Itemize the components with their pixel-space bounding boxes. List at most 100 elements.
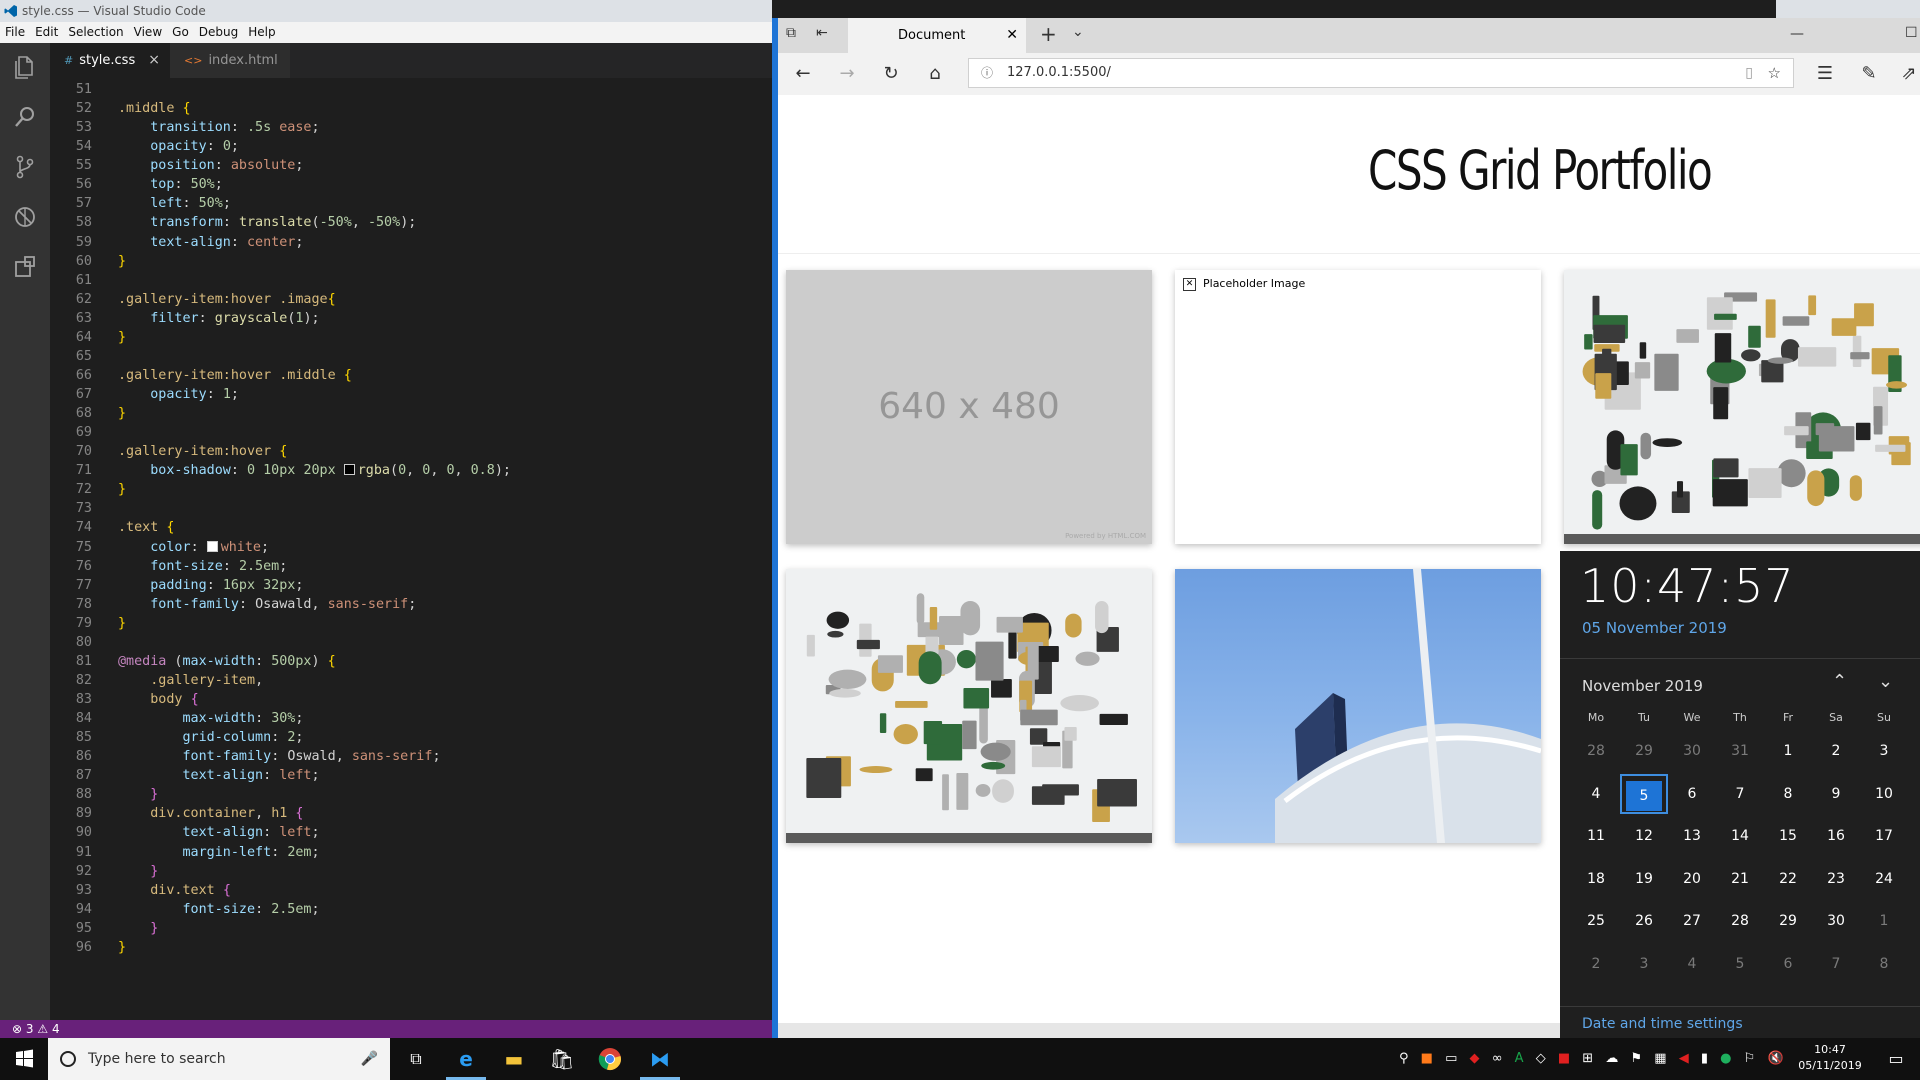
code-line[interactable]: 61	[50, 271, 772, 290]
tray-app-icon[interactable]: ⚑	[1630, 1038, 1642, 1080]
gallery-item-parts-photo[interactable]	[1564, 270, 1920, 544]
code-editor[interactable]: 51 52 .middle {53 transition: .5s ease; 54 …	[50, 80, 772, 957]
calendar-day[interactable]: 10	[1860, 774, 1908, 814]
favorite-star-icon[interactable]: ☆	[1768, 59, 1781, 87]
tray-app-icon[interactable]: A	[1515, 1038, 1524, 1080]
chevron-down-icon[interactable]: ⌄	[1878, 671, 1893, 692]
menu-edit[interactable]: Edit	[30, 22, 63, 43]
set-tabs-aside-icon[interactable]: ⇤	[816, 25, 828, 41]
source-control-icon[interactable]	[11, 153, 39, 181]
code-line[interactable]: 82 .gallery-item,	[50, 671, 772, 690]
calendar-day[interactable]: 26	[1620, 901, 1668, 941]
code-line[interactable]: 87 text-align: left;	[50, 766, 772, 785]
color-swatch[interactable]	[343, 464, 355, 476]
tray-app-icon[interactable]: ◀	[1679, 1038, 1689, 1080]
volume-muted-icon[interactable]: 🔇	[1767, 1038, 1783, 1080]
home-icon[interactable]: ⌂	[922, 61, 948, 87]
calendar-day[interactable]: 8	[1764, 774, 1812, 814]
menu-selection[interactable]: Selection	[63, 22, 128, 43]
tray-app-icon[interactable]: ■	[1558, 1038, 1570, 1080]
code-line[interactable]: 71 box-shadow: 0 10px 20px rgba(0, 0, 0,…	[50, 461, 772, 480]
code-line[interactable]: 74 .text {	[50, 518, 772, 537]
code-line[interactable]: 95 }	[50, 919, 772, 938]
code-line[interactable]: 65	[50, 347, 772, 366]
calendar-day[interactable]: 21	[1716, 859, 1764, 899]
code-line[interactable]: 89 div.container, h1 {	[50, 804, 772, 823]
code-line[interactable]: 58 transform: translate(-50%, -50%);	[50, 213, 772, 232]
code-line[interactable]: 51	[50, 80, 772, 99]
calendar-day[interactable]: 7	[1716, 774, 1764, 814]
tray-app-icon[interactable]: ⊞	[1582, 1038, 1593, 1080]
site-info-icon[interactable]: ⓘ	[981, 59, 993, 87]
code-line[interactable]: 84 max-width: 30%;	[50, 709, 772, 728]
date-time-settings-link[interactable]: Date and time settings	[1582, 1016, 1743, 1032]
editor-area[interactable]: # style.css × <> index.html 51 52 .middle {53…	[50, 43, 772, 1020]
code-line[interactable]: 66 .gallery-item:hover .middle {	[50, 366, 772, 385]
calendar-day[interactable]: 18	[1572, 859, 1620, 899]
code-line[interactable]: 52 .middle {	[50, 99, 772, 118]
chevron-up-icon[interactable]: ⌃	[1832, 671, 1847, 692]
cloud-icon[interactable]: ☁	[1605, 1038, 1618, 1080]
menu-view[interactable]: View	[129, 22, 167, 43]
calendar-day[interactable]: 7	[1812, 944, 1860, 984]
code-line[interactable]: 76 font-size: 2.5em;	[50, 557, 772, 576]
calendar-day[interactable]: 23	[1812, 859, 1860, 899]
calendar-day[interactable]: 2	[1572, 944, 1620, 984]
calendar-day[interactable]: 29	[1620, 731, 1668, 771]
menu-go[interactable]: Go	[167, 22, 194, 43]
menu-file[interactable]: File	[0, 22, 30, 43]
code-line[interactable]: 72}	[50, 480, 772, 499]
calendar-day[interactable]: 20	[1668, 859, 1716, 899]
code-line[interactable]: 94 font-size: 2.5em;	[50, 900, 772, 919]
calendar-day[interactable]: 27	[1668, 901, 1716, 941]
code-line[interactable]: 55 position: absolute;	[50, 156, 772, 175]
tab-index-html[interactable]: <> index.html	[170, 43, 290, 78]
code-line[interactable]: 53 transition: .5s ease;	[50, 118, 772, 137]
calendar-day[interactable]: 9	[1812, 774, 1860, 814]
calendar-day[interactable]: 28	[1716, 901, 1764, 941]
notification-center-icon[interactable]: ▭	[1872, 1038, 1920, 1080]
code-line[interactable]: 56 top: 50%;	[50, 175, 772, 194]
minimize-icon[interactable]: —	[1790, 26, 1804, 42]
calendar-day[interactable]: 22	[1764, 859, 1812, 899]
edge-taskbar-icon[interactable]: e	[442, 1038, 490, 1080]
gallery-item-parts-photo-2[interactable]	[786, 569, 1152, 843]
calendar-day[interactable]: 6	[1764, 944, 1812, 984]
calendar-day[interactable]: 14	[1716, 816, 1764, 856]
calendar-day[interactable]: 11	[1572, 816, 1620, 856]
tray-app-icon[interactable]: ∞	[1492, 1038, 1503, 1080]
code-line[interactable]: 91 margin-left: 2em;	[50, 843, 772, 862]
calendar-day[interactable]: 31	[1716, 731, 1764, 771]
tray-app-icon[interactable]: ▭	[1445, 1038, 1457, 1080]
microphone-icon[interactable]: 🎤	[361, 1038, 378, 1080]
code-line[interactable]: 68}	[50, 404, 772, 423]
calendar-day[interactable]: 1	[1860, 901, 1908, 941]
code-line[interactable]: 92 }	[50, 862, 772, 881]
calendar-day[interactable]: 4	[1668, 944, 1716, 984]
code-line[interactable]: 69	[50, 423, 772, 442]
maximize-icon[interactable]: ☐	[1905, 25, 1918, 41]
menu-help[interactable]: Help	[243, 22, 280, 43]
code-line[interactable]: 59 text-align: center;	[50, 233, 772, 252]
network-icon[interactable]: ⚐	[1744, 1038, 1756, 1080]
windows-start-icon[interactable]	[0, 1038, 48, 1080]
code-line[interactable]: 73	[50, 499, 772, 518]
share-icon[interactable]: ⇗	[1896, 61, 1920, 87]
calendar-day[interactable]: 25	[1572, 901, 1620, 941]
code-line[interactable]: 63 filter: grayscale(1);	[50, 309, 772, 328]
clock-date-link[interactable]: 05 November 2019	[1582, 619, 1727, 637]
forward-icon[interactable]: →	[834, 61, 860, 87]
calendar-today[interactable]: 5	[1620, 773, 1668, 814]
browser-tab-document[interactable]: Document ✕	[848, 18, 1026, 53]
tab-preview-chevron-icon[interactable]: ⌄	[1072, 24, 1084, 40]
warning-count[interactable]: 4	[52, 1022, 60, 1036]
code-line[interactable]: 54 opacity: 0;	[50, 137, 772, 156]
tab-style-css[interactable]: # style.css ×	[50, 43, 170, 78]
calendar-day[interactable]: 1	[1764, 731, 1812, 771]
code-line[interactable]: 81 @media (max-width: 500px) {	[50, 652, 772, 671]
calendar-day[interactable]: 5	[1716, 944, 1764, 984]
calendar-day[interactable]: 4	[1572, 774, 1620, 814]
calendar-day[interactable]: 30	[1668, 731, 1716, 771]
code-line[interactable]: 96}	[50, 938, 772, 957]
code-line[interactable]: 90 text-align: left;	[50, 823, 772, 842]
